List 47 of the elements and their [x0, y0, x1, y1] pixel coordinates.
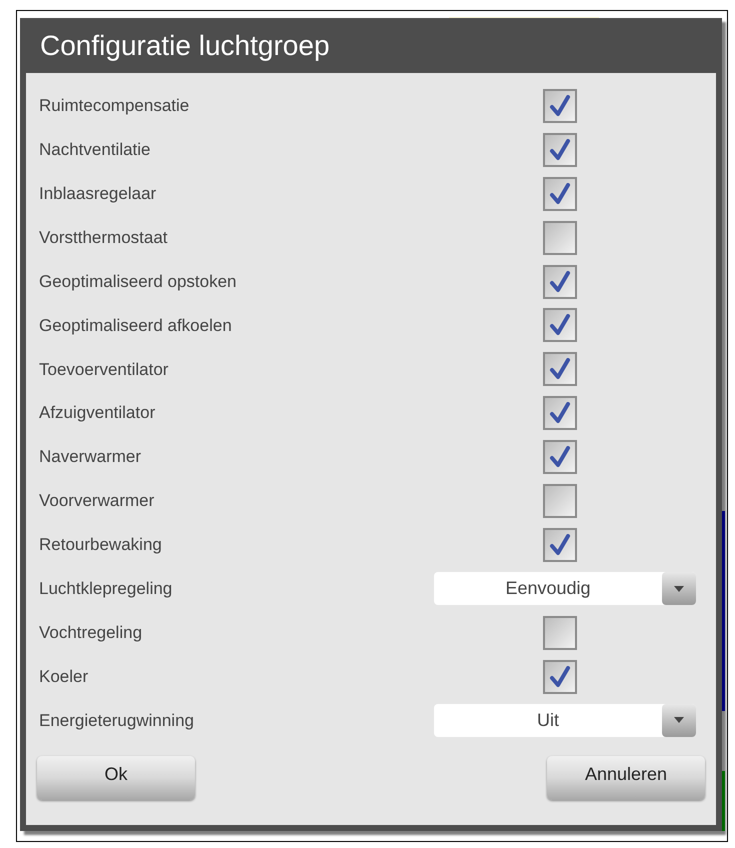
option-label: Geoptimaliseerd opstoken [39, 270, 238, 293]
checkbox[interactable] [543, 132, 577, 167]
checkbox[interactable] [543, 484, 577, 518]
check-icon [549, 270, 571, 292]
option-label: Ruimtecompensatie [39, 95, 190, 118]
option-label: Naverwarmer [39, 446, 142, 468]
checkbox[interactable] [543, 264, 577, 298]
check-icon [549, 138, 571, 161]
dialog-button[interactable]: Ok [37, 756, 195, 800]
option-label: Koeler [39, 666, 90, 688]
dialog-button[interactable]: Annuleren [547, 756, 705, 800]
checkbox[interactable] [543, 528, 577, 562]
option-label: Inblaasregelaar [39, 182, 158, 205]
option-label: Energieterugwinning [39, 710, 195, 732]
option-label: Luchtklepregeling [39, 578, 174, 600]
option-label: Retourbewaking [39, 534, 163, 556]
check-icon [549, 182, 571, 205]
option-label: Toevoerventilator [39, 358, 170, 381]
check-icon [549, 534, 571, 556]
option-label: Vorstthermostaat [39, 226, 169, 249]
check-icon [549, 446, 571, 468]
checkbox[interactable] [543, 440, 577, 474]
checkbox[interactable] [543, 176, 577, 211]
dropdown-button[interactable] [662, 572, 696, 606]
check-icon [549, 314, 571, 336]
dropdown[interactable]: Eenvoudig [434, 572, 696, 606]
checkbox[interactable] [543, 396, 577, 430]
option-label: Voorverwarmer [39, 490, 156, 512]
check-icon [549, 358, 571, 380]
checkbox[interactable] [543, 660, 577, 694]
checkbox[interactable] [543, 308, 577, 342]
check-icon [549, 94, 571, 117]
caret-icon [674, 717, 684, 724]
checkbox[interactable] [543, 88, 577, 123]
option-label: Vochtregeling [39, 622, 144, 644]
checkbox[interactable] [543, 616, 577, 650]
dialog-title: Configuratie luchtgroep [39, 28, 331, 63]
caret-icon [674, 586, 684, 592]
checkbox[interactable] [543, 352, 577, 386]
option-label: Afzuigventilator [39, 402, 156, 424]
checkbox[interactable] [543, 220, 577, 255]
dropdown-button[interactable] [662, 704, 696, 737]
check-icon [549, 402, 571, 424]
check-icon [549, 666, 571, 688]
option-label: Geoptimaliseerd afkoelen [39, 314, 233, 337]
option-label: Nachtventilatie [39, 139, 152, 162]
dropdown[interactable]: Uit [434, 704, 696, 737]
